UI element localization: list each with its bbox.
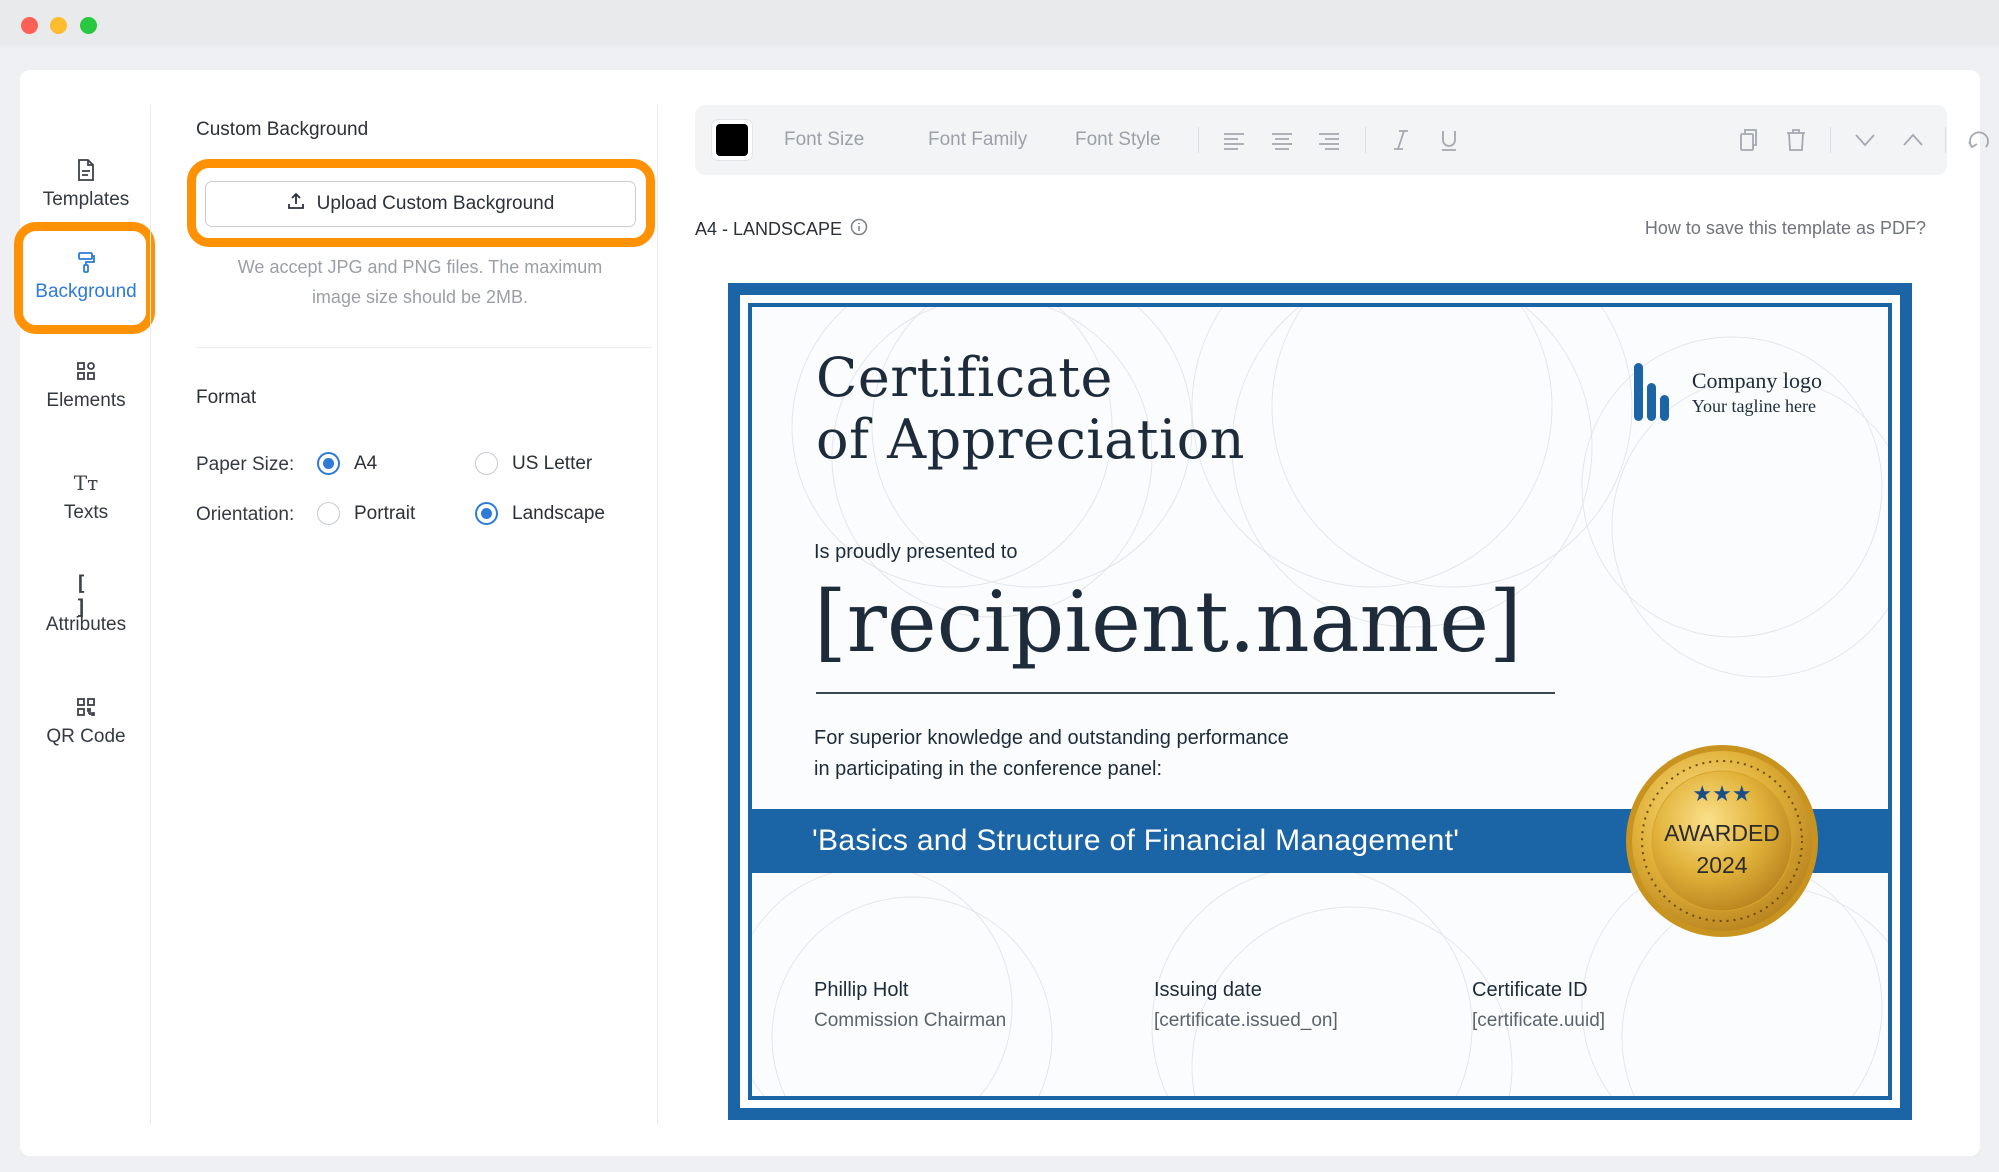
certificate-id-value[interactable]: [certificate.uuid] <box>1472 1010 1605 1032</box>
upload-icon <box>287 192 305 216</box>
radio-label: A4 <box>354 452 378 474</box>
zoom-window-button[interactable] <box>80 17 97 34</box>
paper-size-label: Paper Size: <box>196 454 295 475</box>
nav-item-label: Texts <box>63 502 109 523</box>
color-picker-button[interactable] <box>711 119 753 161</box>
recipient-name-placeholder[interactable]: [recipient.name] <box>814 573 1522 671</box>
nav-item-label: Background <box>35 281 137 302</box>
minimize-window-button[interactable] <box>50 17 67 34</box>
toolbar-separator <box>1945 127 1946 153</box>
font-family-dropdown[interactable]: Font Family <box>928 129 1027 151</box>
align-center-icon[interactable] <box>1269 127 1295 153</box>
certificate-title[interactable]: Certificate of Appreciation <box>816 347 1245 471</box>
radio-circle <box>317 502 340 525</box>
panel-divider <box>196 347 652 348</box>
seal-line-2: 2024 <box>1696 852 1747 878</box>
color-fill <box>716 124 748 156</box>
toolbar-separator <box>1198 127 1199 153</box>
radio-label: US Letter <box>512 452 593 474</box>
signer-name[interactable]: Phillip Holt <box>814 979 908 1002</box>
description-line-2: in participating in the conference panel… <box>814 758 1163 780</box>
align-left-icon[interactable] <box>1221 127 1247 153</box>
recipient-underline <box>816 692 1555 694</box>
close-window-button[interactable] <box>21 17 38 34</box>
font-size-dropdown[interactable]: Font Size <box>784 129 864 151</box>
logo-company-name: Company logo <box>1691 367 1822 393</box>
accepted-files-note: We accept JPG and PNG files. The maximum… <box>237 257 603 307</box>
duplicate-icon[interactable] <box>1735 127 1761 153</box>
info-icon[interactable] <box>850 218 868 241</box>
paint-roller-icon <box>75 251 97 273</box>
course-title: 'Basics and Structure of Financial Manag… <box>812 824 1460 857</box>
panel-divider-vertical <box>657 105 658 1125</box>
text-formatting-toolbar: Font Size Font Family Font Style <box>695 105 1989 175</box>
title-line-1: Certificate <box>816 346 1113 409</box>
logo-tagline: Your tagline here <box>1691 395 1816 416</box>
nav-item-texts[interactable]: Tт Texts <box>20 448 152 548</box>
nav-item-background[interactable]: Background <box>20 227 152 327</box>
nav-item-qr-code[interactable]: QR Code <box>20 672 152 772</box>
align-right-icon[interactable] <box>1316 127 1342 153</box>
description-text[interactable]: For superior knowledge and outstanding p… <box>814 723 1289 785</box>
paper-size-a4-radio[interactable]: A4 <box>317 452 377 475</box>
seal-stars: ★★★ <box>1692 782 1751 807</box>
background-settings-panel: Custom Background Upload Custom Backgrou… <box>151 70 678 1156</box>
upload-button-label: Upload Custom Background <box>316 193 555 214</box>
paper-format-label: A4 - LANDSCAPE <box>695 218 868 241</box>
paper-size-us-letter-radio[interactable]: US Letter <box>475 452 592 475</box>
undo-icon[interactable] <box>1966 127 1992 153</box>
nav-item-label: Elements <box>46 390 126 411</box>
radio-circle <box>475 502 498 525</box>
nav-item-label: Templates <box>42 189 130 210</box>
company-logo[interactable]: Company logo Your tagline here <box>1633 363 1822 421</box>
nav-item-elements[interactable]: Elements <box>20 336 152 436</box>
sidebar-nav: Templates Background Elements Tт Texts [… <box>14 70 155 1156</box>
company-logo-icon <box>1633 363 1669 421</box>
radio-circle <box>475 452 498 475</box>
underline-icon[interactable] <box>1436 127 1462 153</box>
nav-item-label: Attributes <box>45 614 127 635</box>
window-titlebar <box>0 0 1999 46</box>
awarded-seal-badge[interactable]: ★★★ AWARDED 2024 <box>1624 743 1820 939</box>
move-down-icon[interactable] <box>1852 127 1878 153</box>
nav-item-label: QR Code <box>46 726 126 747</box>
nav-item-templates[interactable]: Templates <box>20 135 152 235</box>
document-icon <box>75 159 97 181</box>
seal-line-1: AWARDED <box>1664 820 1780 846</box>
logo-text: Company logo Your tagline here <box>1692 368 1822 417</box>
trash-icon[interactable] <box>1783 127 1809 153</box>
text-icon: Tт <box>73 471 99 495</box>
presented-to-text[interactable]: Is proudly presented to <box>814 541 1017 564</box>
toolbar-separator <box>1365 127 1366 153</box>
nav-item-attributes[interactable]: [ ] Attributes <box>20 560 152 660</box>
custom-background-title: Custom Background <box>196 119 369 140</box>
save-as-pdf-help-link[interactable]: How to save this template as PDF? <box>1645 218 1926 239</box>
certificate-frame: Certificate of Appreciation Company logo… <box>748 303 1892 1100</box>
brackets-icon: [ ] <box>75 571 88 619</box>
issuing-date-value[interactable]: [certificate.issued_on] <box>1154 1010 1338 1032</box>
format-title: Format <box>196 387 257 408</box>
signer-title[interactable]: Commission Chairman <box>814 1010 1006 1032</box>
paper-format-text: A4 - LANDSCAPE <box>695 219 843 239</box>
editor-window: Templates Background Elements Tт Texts [… <box>14 70 1989 1156</box>
italic-icon[interactable] <box>1388 127 1414 153</box>
orientation-landscape-radio[interactable]: Landscape <box>475 502 605 525</box>
elements-icon <box>75 360 97 382</box>
move-up-icon[interactable] <box>1900 127 1926 153</box>
upload-custom-background-button[interactable]: Upload Custom Background <box>205 181 636 227</box>
radio-label: Portrait <box>354 502 416 524</box>
radio-circle <box>317 452 340 475</box>
certificate-canvas[interactable]: Certificate of Appreciation Company logo… <box>728 283 1912 1120</box>
certificate-id-label[interactable]: Certificate ID <box>1472 979 1588 1002</box>
description-line-1: For superior knowledge and outstanding p… <box>814 727 1289 749</box>
radio-label: Landscape <box>512 502 605 524</box>
qr-code-icon <box>75 696 97 718</box>
title-line-2: of Appreciation <box>816 408 1246 471</box>
issuing-date-label[interactable]: Issuing date <box>1154 979 1262 1002</box>
orientation-label: Orientation: <box>196 504 295 525</box>
toolbar-separator <box>1830 127 1831 153</box>
font-style-dropdown[interactable]: Font Style <box>1075 129 1161 151</box>
orientation-portrait-radio[interactable]: Portrait <box>317 502 415 525</box>
